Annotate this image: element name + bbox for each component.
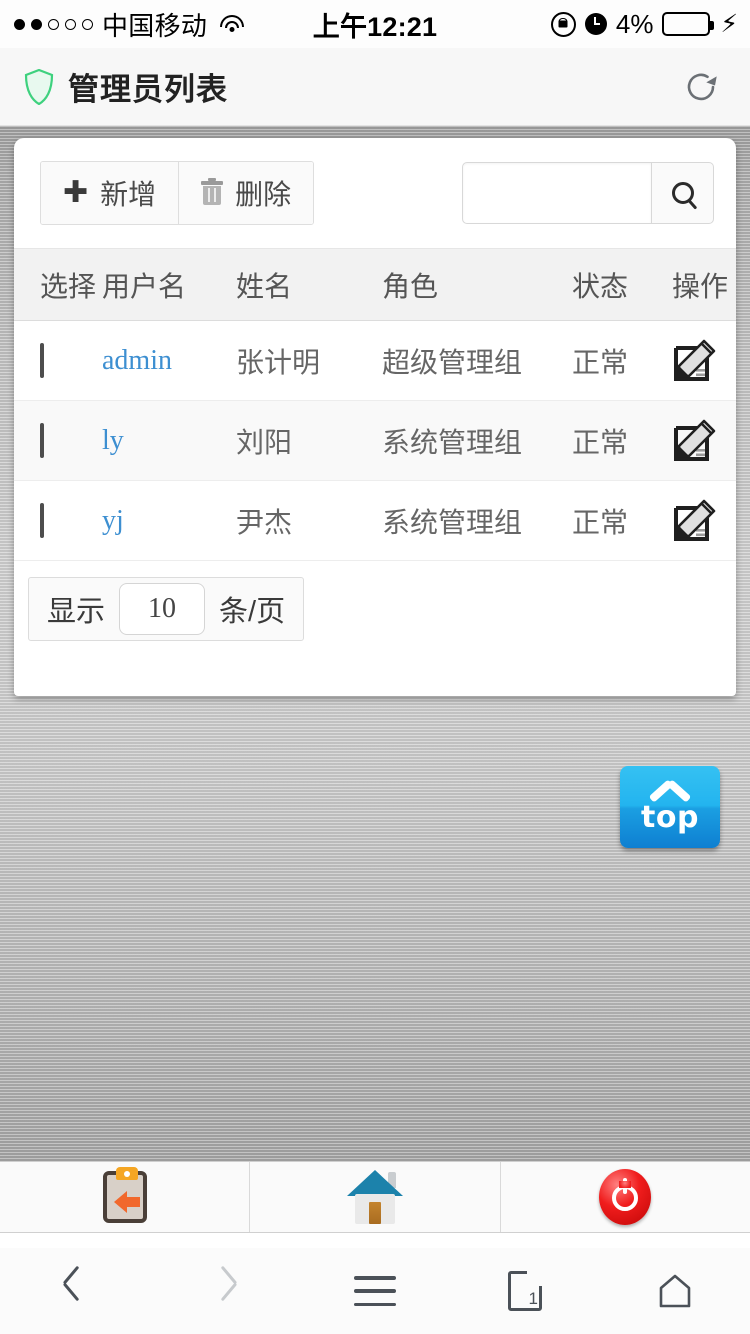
nav-tabs-button[interactable]: 1 <box>450 1271 600 1311</box>
column-header-select: 选择 <box>14 248 102 321</box>
row-status-cell: 正常 <box>572 320 672 401</box>
page-size-input[interactable] <box>119 583 206 635</box>
nav-tabs-count: 1 <box>528 1289 538 1308</box>
app-bottom-toolbar <box>0 1161 750 1233</box>
status-bar-clock: 上午12:21 <box>312 11 438 42</box>
row-username-cell: admin <box>102 320 236 401</box>
table-header: 选择 用户名 姓名 角色 状态 操作 <box>14 248 736 321</box>
battery-icon <box>662 12 715 36</box>
browser-navigation-bar: 1 <box>0 1248 750 1334</box>
page-header: 管理员列表 <box>0 48 750 126</box>
column-header-role: 角色 <box>382 248 572 321</box>
row-action-cell <box>672 480 736 561</box>
nav-forward-button[interactable] <box>150 1265 300 1311</box>
shield-icon <box>24 68 54 105</box>
row-checkbox[interactable] <box>40 342 44 378</box>
nav-home-button[interactable] <box>600 1272 750 1310</box>
add-button[interactable]: ✚ 新增 <box>41 162 180 224</box>
username-link[interactable]: ly <box>102 425 124 456</box>
pagination-bar: 显示 条/页 <box>14 561 736 641</box>
username-link[interactable]: yj <box>102 505 124 536</box>
row-action-cell <box>672 400 736 481</box>
logout-button[interactable] <box>501 1162 750 1232</box>
action-button-group: ✚ 新增 删除 <box>40 161 315 225</box>
admin-table: 选择 用户名 姓名 角色 状态 操作 admin 张计明 超级管理组 正常 ly… <box>14 248 736 561</box>
edit-icon[interactable] <box>672 419 716 463</box>
nav-menu-button[interactable] <box>300 1276 450 1306</box>
back-clipboard-icon <box>102 1167 147 1223</box>
rotation-lock-icon <box>550 11 576 37</box>
page-size-control: 显示 条/页 <box>28 577 305 641</box>
nav-forward-icon <box>214 1265 238 1311</box>
table-row: admin 张计明 超级管理组 正常 <box>14 320 736 401</box>
page-size-suffix-label: 条/页 <box>219 596 286 628</box>
row-status-cell: 正常 <box>572 400 672 481</box>
row-role-cell: 超级管理组 <box>382 320 572 401</box>
nav-home-icon <box>656 1272 694 1310</box>
refresh-icon[interactable] <box>678 64 724 110</box>
username-link[interactable]: admin <box>102 345 172 376</box>
back-clipboard-button[interactable] <box>0 1162 251 1232</box>
row-fullname-cell: 尹杰 <box>236 480 382 561</box>
edit-icon[interactable] <box>672 499 716 543</box>
column-header-status: 状态 <box>572 248 672 321</box>
table-toolbar: ✚ 新增 删除 <box>14 138 736 248</box>
table-header-row: 选择 用户名 姓名 角色 状态 操作 <box>14 248 736 321</box>
row-checkbox[interactable] <box>40 502 44 538</box>
column-header-action: 操作 <box>672 248 736 321</box>
row-role-cell: 系统管理组 <box>382 480 572 561</box>
page-size-prefix-label: 显示 <box>47 596 106 628</box>
row-checkbox[interactable] <box>40 422 44 458</box>
row-username-cell: ly <box>102 400 236 481</box>
admin-list-card: ✚ 新增 删除 选择 用户名 姓名 角色 状态 操作 admin 张计明 超级管… <box>14 138 736 696</box>
add-button-label: 新增 <box>100 179 157 210</box>
status-bar: 中国移动 上午12:21 4% ⚡ <box>0 0 750 48</box>
delete-button-label: 删除 <box>235 179 292 210</box>
row-fullname-cell: 张计明 <box>236 320 382 401</box>
chevron-up-icon <box>649 781 691 801</box>
search-area <box>462 162 714 224</box>
alarm-clock-icon <box>584 13 607 35</box>
row-username-cell: yj <box>102 480 236 561</box>
home-button[interactable] <box>250 1162 501 1232</box>
table-body: admin 张计明 超级管理组 正常 ly 刘阳 系统管理组 正常 yj 尹杰 … <box>14 320 736 561</box>
search-input[interactable] <box>462 162 652 224</box>
column-header-fullname: 姓名 <box>236 248 382 321</box>
nav-back-icon <box>62 1265 86 1311</box>
page-title: 管理员列表 <box>68 72 228 107</box>
table-row: ly 刘阳 系统管理组 正常 <box>14 400 736 481</box>
delete-button[interactable]: 删除 <box>179 162 314 224</box>
nav-back-button[interactable] <box>0 1265 150 1311</box>
table-row: yj 尹杰 系统管理组 正常 <box>14 480 736 561</box>
search-button[interactable] <box>652 162 714 224</box>
back-to-top-label: top <box>641 800 699 835</box>
row-select-cell <box>14 480 102 561</box>
home-icon <box>346 1170 403 1224</box>
search-icon <box>671 182 694 204</box>
row-action-cell <box>672 320 736 401</box>
plus-icon: ✚ <box>63 176 89 209</box>
back-to-top-button[interactable]: top <box>620 766 720 848</box>
row-role-cell: 系统管理组 <box>382 400 572 481</box>
edit-icon[interactable] <box>672 339 716 383</box>
row-select-cell <box>14 400 102 481</box>
row-select-cell <box>14 320 102 401</box>
column-header-username: 用户名 <box>102 248 236 321</box>
power-icon <box>599 1169 652 1225</box>
row-status-cell: 正常 <box>572 480 672 561</box>
nav-tabs-icon: 1 <box>508 1271 542 1311</box>
row-fullname-cell: 刘阳 <box>236 400 382 481</box>
nav-menu-icon <box>354 1276 396 1306</box>
trash-icon <box>201 178 224 205</box>
